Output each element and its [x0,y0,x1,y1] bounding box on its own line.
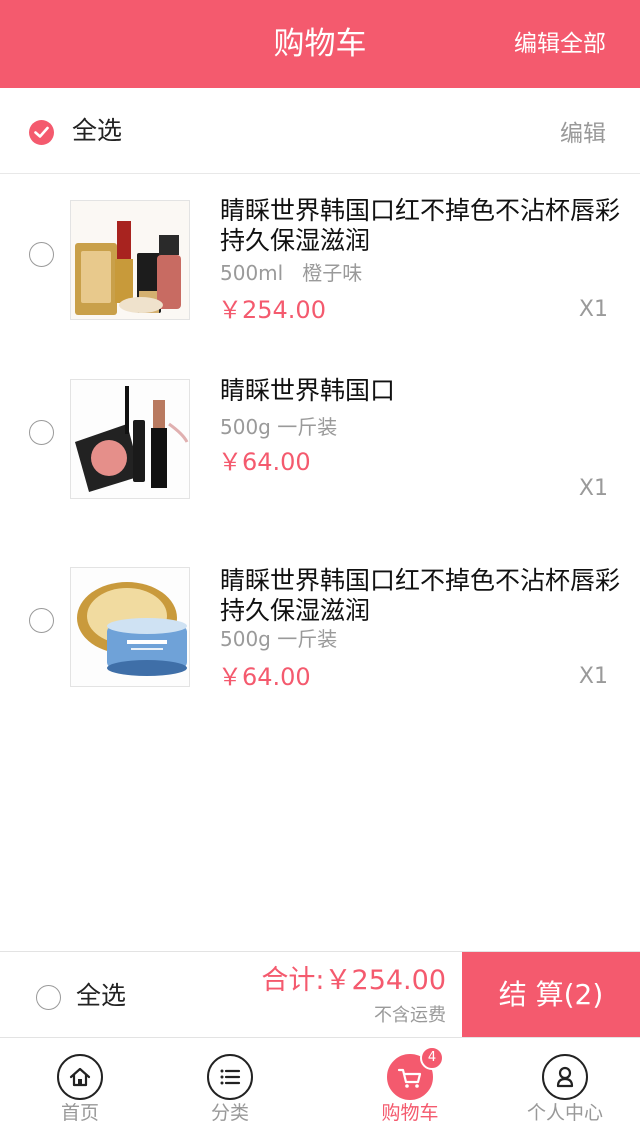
item-checkbox[interactable] [29,608,54,633]
item-name[interactable]: 睛睬世界韩国口红不掉色不沾杯唇彩持久保湿滋润 [220,196,620,256]
footer-select-all-label: 全选 [76,981,127,1010]
item-spec: 500g 一斤装 [220,415,338,439]
cart-item: 睛睬世界韩国口 500g 一斤装 ￥64.00 X1 [0,354,640,534]
shipping-note: 不含运费 [374,1005,446,1026]
list-icon [207,1054,253,1100]
total-amount: 合计:￥254.00 [261,965,446,996]
item-checkbox[interactable] [29,420,54,445]
tab-label: 分类 [210,1102,249,1124]
checkout-bar: 全选 合计:￥254.00 不含运费 结 算(2) [0,951,640,1038]
item-name[interactable]: 睛睬世界韩国口 [220,376,620,406]
select-all-row: 全选 编辑 [0,88,640,174]
user-icon [542,1054,588,1100]
cosmetics-set-image[interactable] [70,200,190,320]
cart-item: 睛睬世界韩国口红不掉色不沾杯唇彩持久保湿滋润 500g 一斤装 ￥64.00 X… [0,534,640,714]
select-all-label: 全选 [72,116,123,145]
edit-button[interactable]: 编辑 [560,117,606,151]
item-spec: 500ml 橙子味 [220,261,363,285]
footer-select-all-checkbox[interactable] [36,985,61,1010]
cream-jar-image[interactable] [70,567,190,687]
check-icon [34,126,49,138]
select-all-checkbox[interactable] [29,120,54,145]
item-quantity: X1 [578,476,608,501]
home-icon [57,1054,103,1100]
item-quantity: X1 [578,664,608,689]
item-spec: 500g 一斤装 [220,627,338,651]
item-price: ￥64.00 [218,663,311,691]
tab-category[interactable]: 分类 [150,1038,310,1136]
tab-home[interactable]: 首页 [0,1038,160,1136]
bottom-tab-bar: 首页 分类 4 购物车 个人中心 [0,1037,640,1136]
tab-label: 首页 [60,1102,99,1124]
item-checkbox[interactable] [29,242,54,267]
tab-cart[interactable]: 4 购物车 [330,1038,490,1136]
lipstick-blush-image[interactable] [70,379,190,499]
cart-count-badge: 4 [420,1046,444,1070]
tab-profile[interactable]: 个人中心 [485,1038,640,1136]
tab-label: 个人中心 [526,1102,603,1124]
top-nav-bar: 购物车 编辑全部 [0,0,640,88]
edit-all-button[interactable]: 编辑全部 [514,0,606,88]
item-price: ￥64.00 [218,448,311,476]
item-quantity: X1 [578,297,608,322]
cart-item: 睛睬世界韩国口红不掉色不沾杯唇彩持久保湿滋润 500ml 橙子味 ￥254.00… [0,174,640,354]
item-price: ￥254.00 [218,296,326,324]
tab-label: 购物车 [381,1102,439,1124]
item-name[interactable]: 睛睬世界韩国口红不掉色不沾杯唇彩持久保湿滋润 [220,566,620,626]
checkout-button[interactable]: 结 算(2) [462,952,640,1038]
